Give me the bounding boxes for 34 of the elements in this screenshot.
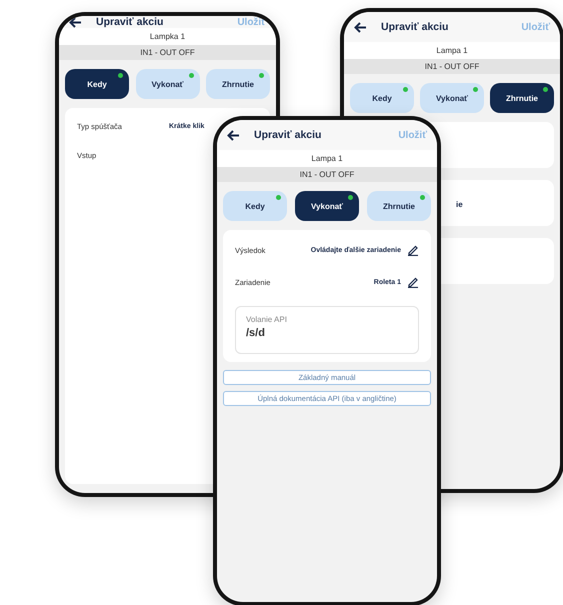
device-name: Lampka 1	[59, 28, 276, 45]
status-dot-icon	[473, 87, 478, 92]
device-name: Lampa 1	[344, 42, 560, 59]
step-tab[interactable]: Vykonať	[136, 69, 200, 99]
status-bar: IN1 - OUT OFF	[59, 45, 276, 60]
screen-title: Upraviť akciu	[254, 129, 322, 141]
edit-icon[interactable]	[407, 244, 419, 256]
status-dot-icon	[348, 195, 353, 200]
step-tab[interactable]: Kedy	[350, 83, 414, 113]
step-tab[interactable]: Vykonať	[295, 191, 359, 221]
api-call-field[interactable]: Volanie API /s/d	[235, 306, 419, 354]
status-dot-icon	[259, 73, 264, 78]
back-arrow-icon[interactable]	[354, 22, 367, 32]
status-dot-icon	[188, 73, 194, 78]
back-arrow-icon[interactable]	[227, 130, 240, 140]
status-dot-icon	[118, 73, 123, 78]
status-dot-icon	[543, 87, 548, 92]
status-bar: IN1 - OUT OFF	[217, 167, 437, 182]
step-tab[interactable]: Kedy	[65, 69, 129, 99]
screen-title: Upraviť akciu	[381, 21, 450, 33]
step-tab[interactable]: Vykonať	[420, 83, 484, 113]
screen-title: Upraviť akciu	[96, 16, 164, 28]
device-name: Lampa 1	[217, 150, 437, 167]
status-dot-icon	[403, 87, 408, 92]
status-bar: IN1 - OUT OFF	[344, 59, 560, 74]
row-value: ie	[456, 200, 464, 209]
back-arrow-icon[interactable]	[69, 16, 82, 28]
status-dot-icon	[276, 195, 281, 200]
step-tab[interactable]: Zhrnutie	[206, 69, 270, 99]
step-tab[interactable]: Zhrnutie	[490, 83, 554, 113]
status-dot-icon	[420, 195, 425, 200]
edit-icon[interactable]	[407, 276, 419, 288]
step-tab[interactable]: Zhrnutie	[367, 191, 431, 221]
step-tab[interactable]: Kedy	[223, 191, 287, 221]
